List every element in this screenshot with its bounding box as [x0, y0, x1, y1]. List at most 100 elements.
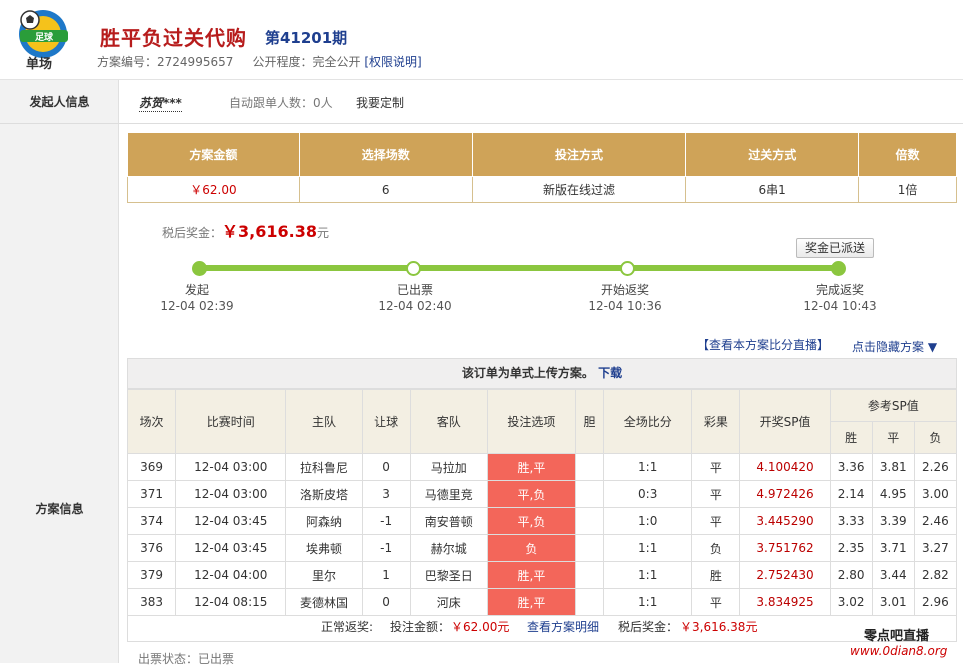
watermark-line2: www.0dian8.org — [850, 644, 948, 658]
plan-subline: 方案编号：2724995657 公开程度：完全公开 [权限说明] — [97, 53, 422, 70]
bet-option: 胜,平 — [486, 453, 577, 481]
sp-value: 3.445290 — [739, 507, 831, 535]
ref-sp-subheader: 负 — [913, 421, 958, 454]
col-header: 彩果 — [691, 389, 741, 454]
summary-header: 投注方式 — [471, 132, 687, 177]
watermark-line1: 零点吧直播 — [864, 629, 930, 644]
tax-label: 税后奖金： — [162, 226, 223, 240]
banker — [575, 561, 605, 589]
ref-sp-win: 3.36 — [829, 453, 873, 481]
banker — [575, 588, 605, 616]
match-no: 376 — [126, 534, 177, 562]
bet-option: 胜,平 — [486, 588, 577, 616]
match-time: 12-04 08:15 — [175, 588, 287, 616]
progress-step-label: 完成返奖 — [815, 283, 864, 297]
ref-sp-header: 参考SP值 — [829, 389, 958, 422]
parlay-method: 6串1 — [685, 176, 860, 203]
custom-follow-link[interactable]: 我要定制 — [356, 94, 404, 111]
full-score: 1:1 — [603, 534, 693, 562]
upload-text: 该订单为单式上传方案。 — [461, 366, 594, 380]
download-link[interactable]: 下载 — [598, 366, 622, 380]
ref-sp-lose: 2.46 — [913, 507, 958, 535]
col-header: 比赛时间 — [175, 389, 287, 454]
progress-step-time: 12-04 02:39 — [160, 299, 234, 313]
match-no: 383 — [126, 588, 177, 616]
home-team: 阿森纳 — [285, 507, 363, 535]
progress-step-label: 发起 — [184, 283, 209, 297]
progress-step-label: 已出票 — [396, 283, 433, 297]
table-row: 371 12-04 03:00 洛斯皮塔 3 马德里竞 平,负 0:3 平 4.972426 2.… — [126, 480, 958, 508]
initiator-name[interactable]: 苏贺*** — [139, 94, 182, 112]
result: 平 — [691, 507, 741, 535]
progress-step-label: 开始返奖 — [600, 283, 649, 297]
bet-amount-label: 投注金额： — [390, 620, 451, 634]
away-team: 河床 — [409, 588, 488, 616]
site-watermark: 零点吧直播 www.0dian8.org — [850, 625, 960, 658]
sp-value: 4.972426 — [739, 480, 831, 508]
match-time: 12-04 03:00 — [175, 480, 287, 508]
bet-amount: ￥62.00元 — [451, 620, 510, 634]
table-row: 376 12-04 03:45 埃弗顿 -1 赫尔城负 1:1 负 3.751762 2.35 3… — [126, 534, 958, 562]
bet-option: 负 — [486, 534, 577, 562]
table-row: 383 12-04 08:15 麦德林国 0 河床 胜,平 1:1 平 3.834925 3.02… — [126, 588, 958, 616]
away-team: 马拉加 — [409, 453, 488, 481]
live-score-link[interactable]: 【查看本方案比分直播】 — [697, 336, 829, 353]
progress-step-time: 12-04 10:36 — [588, 299, 662, 313]
banker — [575, 534, 605, 562]
progress-dot — [620, 261, 635, 276]
logo-text: 单场 — [26, 57, 53, 72]
ref-sp-win: 2.14 — [829, 480, 873, 508]
progress-step: 开始返奖 12-04 10:36 — [565, 282, 685, 314]
col-header: 胆 — [575, 389, 605, 454]
ref-sp-lose: 2.82 — [913, 561, 958, 589]
games-table: 场次 比赛时间 主队 让球 客队 投注选项 胆 全场比分 彩果 开奖SP值 参考… — [126, 389, 958, 616]
permission-link[interactable]: [权限说明] — [364, 55, 421, 69]
banker — [575, 480, 605, 508]
progress-dot — [831, 261, 846, 276]
handicap: 0 — [361, 453, 411, 481]
ref-sp-win: 2.35 — [829, 534, 873, 562]
sp-value: 4.100420 — [739, 453, 831, 481]
plan-detail-link[interactable]: 查看方案明细 — [527, 614, 599, 641]
initiator-row: 苏贺*** 自动跟单人数：0人 我要定制 — [119, 80, 963, 124]
home-team: 洛斯皮塔 — [285, 480, 363, 508]
home-team: 里尔 — [285, 561, 363, 589]
left-label-column — [0, 80, 119, 663]
footer-tax-amount: ￥3,616.38元 — [680, 620, 758, 634]
bet-option: 平,负 — [486, 507, 577, 535]
progress-step: 完成返奖 12-04 10:43 — [780, 282, 900, 314]
ref-sp-lose: 3.27 — [913, 534, 958, 562]
match-no: 379 — [126, 561, 177, 589]
col-header: 投注选项 — [486, 389, 577, 454]
plan-no-label: 方案编号： — [97, 55, 158, 69]
progress-step: 已出票 12-04 02:40 — [355, 282, 475, 314]
match-time: 12-04 03:45 — [175, 507, 287, 535]
handicap: 0 — [361, 588, 411, 616]
result: 平 — [691, 480, 741, 508]
handicap: 3 — [361, 480, 411, 508]
summary-header: 倍数 — [858, 132, 957, 177]
progress-step: 发起 12-04 02:39 — [137, 282, 257, 314]
result: 平 — [691, 453, 741, 481]
col-header: 全场比分 — [603, 389, 693, 454]
progress-bar — [200, 265, 838, 271]
tax-unit: 元 — [316, 226, 329, 240]
sp-value: 2.752430 — [739, 561, 831, 589]
match-no: 369 — [126, 453, 177, 481]
col-header: 开奖SP值 — [739, 389, 831, 454]
progress-dot — [406, 261, 421, 276]
svg-text:足球: 足球 — [35, 31, 54, 43]
ref-sp-win: 3.02 — [829, 588, 873, 616]
summary-footer: 正常返奖: 投注金额： ￥62.00元 查看方案明细 税后奖金： ￥3,616.… — [127, 614, 957, 642]
table-row: 379 12-04 04:00 里尔 1 巴黎圣日 胜,平 1:1 胜 2.752430 2.80… — [126, 561, 958, 589]
ref-sp-lose: 2.96 — [913, 588, 958, 616]
home-team: 麦德林国 — [285, 588, 363, 616]
col-header: 客队 — [409, 389, 488, 454]
ref-sp-draw: 3.01 — [871, 588, 915, 616]
table-row: 374 12-04 03:45 阿森纳 -1 南安普顿 平,负 1:0 平 3.445290 3.… — [126, 507, 958, 535]
footer-tax-label: 税后奖金： — [618, 620, 679, 634]
plan-summary-table: 方案金额 选择场数 投注方式 过关方式 倍数 ￥62.00 6 新版在线过滤 6… — [127, 132, 957, 203]
hide-plan-link[interactable]: 点击隐藏方案 ▼ — [852, 338, 937, 355]
result: 平 — [691, 588, 741, 616]
col-header: 场次 — [126, 389, 177, 454]
